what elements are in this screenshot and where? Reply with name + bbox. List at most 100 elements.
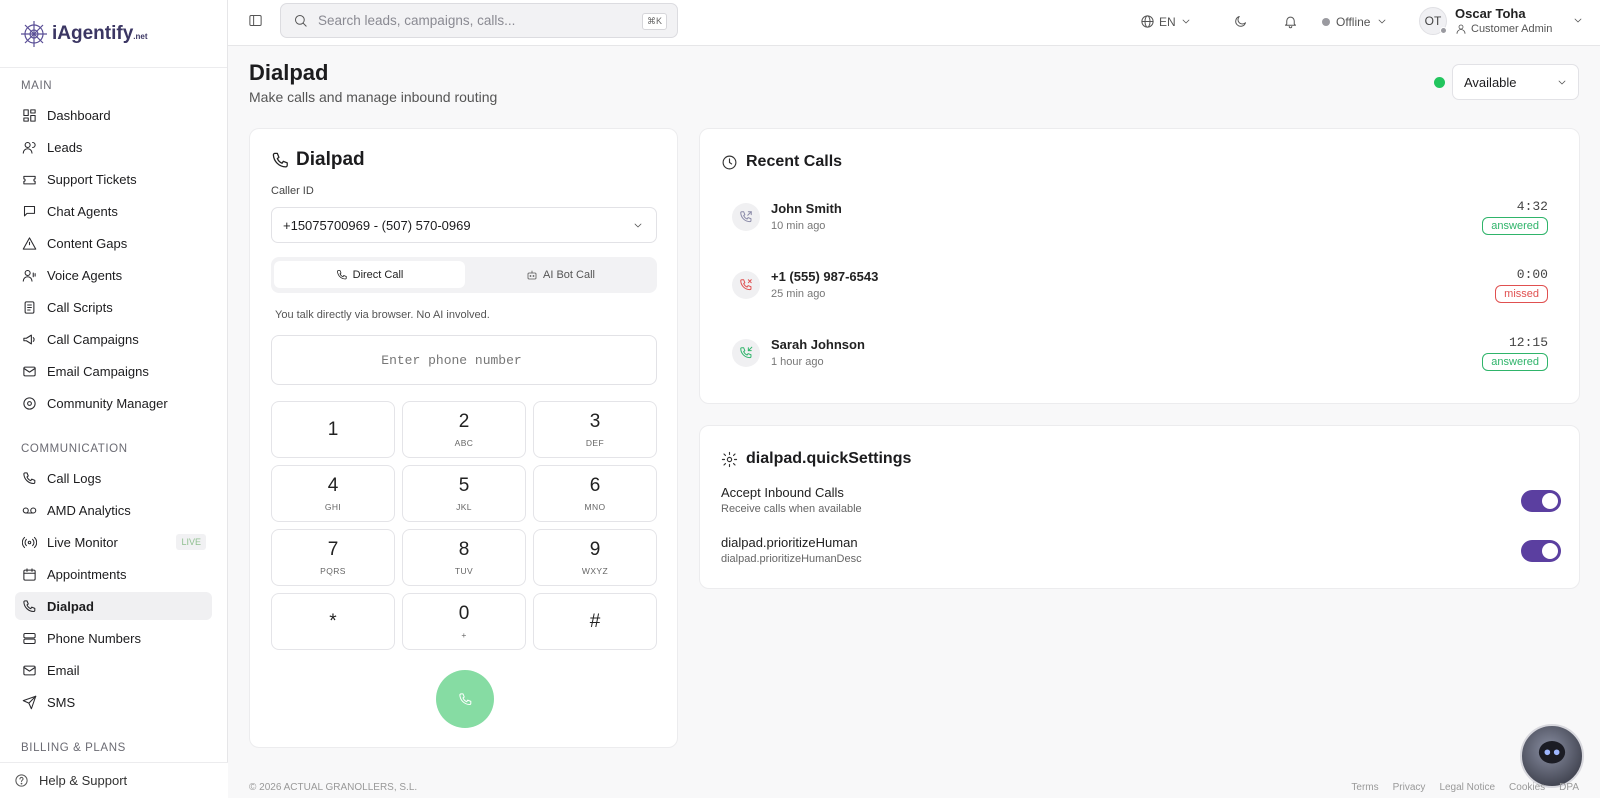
- key-digit: 2: [458, 411, 470, 432]
- setting-toggle[interactable]: [1521, 540, 1561, 562]
- chevron-down-icon: [1379, 19, 1386, 24]
- availability-dot: [1434, 77, 1445, 88]
- clock-icon: [722, 155, 737, 169]
- sidebar-item-label: Live Monitor: [47, 534, 118, 550]
- footer-link-terms[interactable]: Terms: [1351, 782, 1378, 793]
- call-button[interactable]: [436, 670, 494, 728]
- chevron-down-icon: [1182, 19, 1190, 24]
- moon-icon: [1235, 16, 1246, 27]
- page-subtitle: Make calls and manage inbound routing: [249, 89, 498, 105]
- sidebar-item-phone-numbers[interactable]: Phone Numbers: [15, 624, 212, 652]
- sidebar: iAgentify.net MAIN Dashboard Leads Support …: [0, 0, 228, 798]
- language-label: EN: [1159, 14, 1176, 29]
- sidebar-item-call-campaigns[interactable]: Call Campaigns: [15, 325, 212, 353]
- user-icon: [1456, 24, 1466, 34]
- sidebar-item-dashboard[interactable]: Dashboard: [15, 101, 212, 129]
- status-select[interactable]: Offline: [1322, 14, 1388, 29]
- footer-link-legal-notice[interactable]: Legal Notice: [1439, 782, 1495, 793]
- topbar: Search leads, campaigns, calls... ⌘K EN …: [228, 0, 1600, 46]
- key-2[interactable]: 2 ABC: [402, 401, 526, 458]
- key-3[interactable]: 3 DEF: [533, 401, 657, 458]
- call-time: 25 min ago: [771, 288, 826, 300]
- key-6[interactable]: 6 MNO: [533, 465, 657, 522]
- key-7[interactable]: 7 PQRS: [271, 529, 395, 586]
- calendar-icon: [21, 566, 37, 582]
- caller-id-select[interactable]: +15075700969 - (507) 570-0969: [271, 207, 657, 243]
- sidebar-item-content-gaps[interactable]: Content Gaps: [15, 229, 212, 257]
- tab-direct-call[interactable]: Direct Call: [274, 261, 465, 288]
- sidebar-item-sms[interactable]: SMS: [15, 688, 212, 716]
- robot-icon: [1538, 741, 1566, 764]
- sidebar-item-voice-agents[interactable]: Voice Agents: [15, 261, 212, 289]
- sidebar-item-label: Content Gaps: [47, 235, 128, 251]
- recent-call-row[interactable]: Sarah Johnson 1 hour ago 12:15 answered: [732, 333, 1548, 379]
- call-duration: 0:00: [1516, 267, 1548, 282]
- availability-label: Available: [1464, 74, 1517, 90]
- sidebar-item-label: Community Manager: [47, 395, 168, 411]
- availability-select[interactable]: Available: [1452, 64, 1579, 100]
- sidebar-section-title: BILLING & PLANS: [21, 742, 126, 754]
- key-digit: 6: [589, 475, 601, 496]
- call-outgoing-icon: [732, 203, 760, 231]
- sidebar-item-appointments[interactable]: Appointments: [15, 560, 212, 588]
- sidebar-item-email-campaigns[interactable]: Email Campaigns: [15, 357, 212, 385]
- sidebar-item-leads[interactable]: Leads: [15, 133, 212, 161]
- setting-row: dialpad.prioritizeHuman dialpad.prioriti…: [721, 535, 1561, 575]
- key-1[interactable]: 1: [271, 401, 395, 458]
- sidebar-item-call-logs[interactable]: Call Logs: [15, 464, 212, 492]
- sidebar-item-chat-agents[interactable]: Chat Agents: [15, 197, 212, 225]
- key-0[interactable]: 0 +: [402, 593, 526, 650]
- key-5[interactable]: 5 JKL: [402, 465, 526, 522]
- assistant-bot-button[interactable]: [1520, 724, 1584, 788]
- key-star[interactable]: *: [271, 593, 395, 650]
- sidebar-item-label: Phone Numbers: [47, 630, 141, 646]
- recent-call-row[interactable]: John Smith 10 min ago 4:32 answered: [732, 197, 1548, 243]
- search-icon: [295, 15, 307, 27]
- key-letters: DEF: [585, 438, 605, 448]
- key-8[interactable]: 8 TUV: [402, 529, 526, 586]
- search-placeholder: Search leads, campaigns, calls...: [318, 13, 516, 28]
- keypad: 1 2 ABC 3 DEF 4 GHI 5 JKL 6 MNO 7 PQRS 8 TUV 9 WXYZ * 0 + #: [271, 401, 657, 650]
- sidebar-toggle-button[interactable]: [248, 13, 263, 28]
- tab-ai-bot-call[interactable]: AI Bot Call: [465, 261, 656, 288]
- search-input[interactable]: Search leads, campaigns, calls... ⌘K: [280, 3, 678, 38]
- sidebar-item-amd-analytics[interactable]: AMD Analytics: [15, 496, 212, 524]
- footer-link-dpa[interactable]: DPA: [1559, 782, 1579, 793]
- sidebar-item-email[interactable]: Email: [15, 656, 212, 684]
- recent-calls-card: Recent Calls John Smith 10 min ago 4:32 …: [699, 128, 1580, 404]
- key-digit: *: [329, 610, 337, 632]
- sidebar-section-title: MAIN: [21, 80, 53, 92]
- sidebar-item-live-monitor[interactable]: Live Monitor LIVE: [15, 528, 212, 556]
- phone-number-placeholder: Enter phone number: [381, 352, 522, 368]
- notifications-button[interactable]: [1283, 14, 1298, 29]
- setting-toggle[interactable]: [1521, 490, 1561, 512]
- theme-toggle-button[interactable]: [1233, 14, 1248, 29]
- call-status-badge: missed: [1495, 285, 1548, 303]
- status-dot: [1322, 17, 1330, 26]
- sidebar-item-community-manager[interactable]: Community Manager: [15, 389, 212, 417]
- sidebar-item-label: Voice Agents: [47, 267, 123, 283]
- key-4[interactable]: 4 GHI: [271, 465, 395, 522]
- key-hash[interactable]: #: [533, 593, 657, 650]
- key-digit: 5: [458, 475, 470, 496]
- sidebar-item-support-tickets[interactable]: Support Tickets: [15, 165, 212, 193]
- footer-link-cookies[interactable]: Cookies: [1509, 782, 1545, 793]
- sidebar-item-label: Appointments: [47, 566, 127, 582]
- sidebar-item-dialpad[interactable]: Dialpad: [15, 592, 212, 620]
- search-shortcut: ⌘K: [641, 13, 667, 30]
- logo-icon: [21, 20, 47, 47]
- language-select[interactable]: EN: [1140, 14, 1192, 29]
- recent-call-row[interactable]: +1 (555) 987-6543 25 min ago 0:00 missed: [732, 265, 1548, 311]
- phone-number-input[interactable]: Enter phone number: [271, 335, 657, 385]
- user-menu[interactable]: OT Oscar Toha Customer Admin: [1419, 6, 1584, 35]
- footer-link-privacy[interactable]: Privacy: [1393, 782, 1426, 793]
- setting-description: Receive calls when available: [721, 503, 862, 515]
- key-9[interactable]: 9 WXYZ: [533, 529, 657, 586]
- key-letters: ABC: [454, 438, 474, 448]
- logo[interactable]: iAgentify.net: [0, 0, 227, 68]
- bell-icon: [1285, 16, 1296, 29]
- help-support-link[interactable]: Help & Support: [0, 762, 228, 798]
- sidebar-item-call-scripts[interactable]: Call Scripts: [15, 293, 212, 321]
- key-digit: 3: [589, 411, 601, 432]
- bot-icon: [527, 270, 537, 279]
